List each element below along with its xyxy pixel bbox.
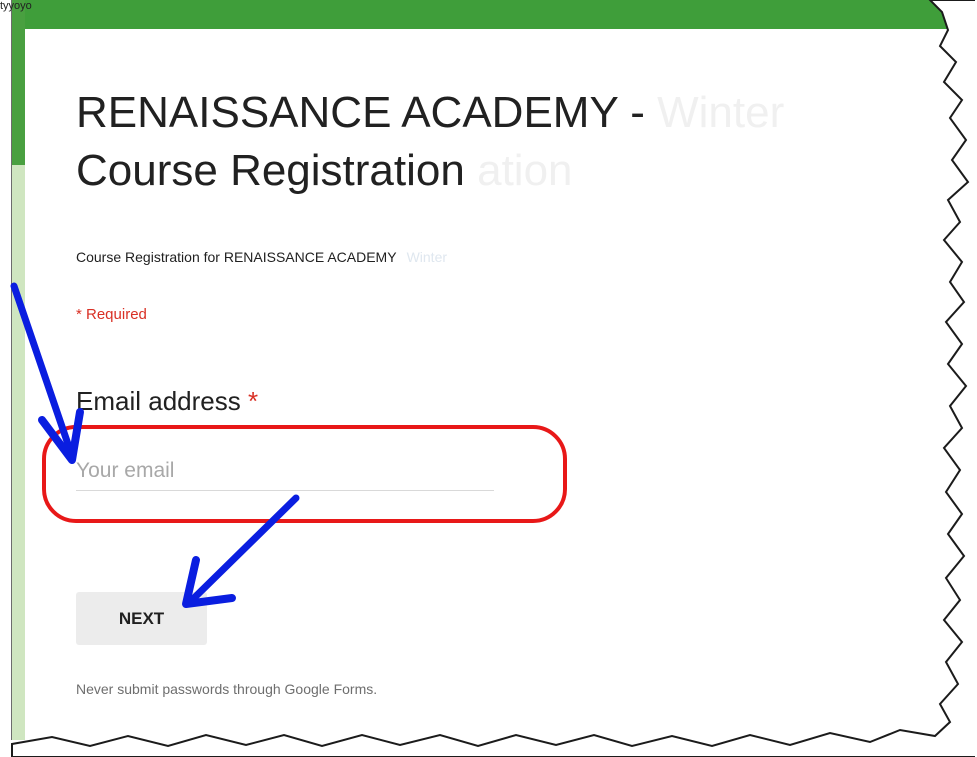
- torn-edge-right: [11, 0, 977, 757]
- screenshot-frame: tyyoyo RENAISSANCE ACADEMY - Winter Cour…: [0, 0, 977, 757]
- torn-edge-shadow: [11, 0, 977, 757]
